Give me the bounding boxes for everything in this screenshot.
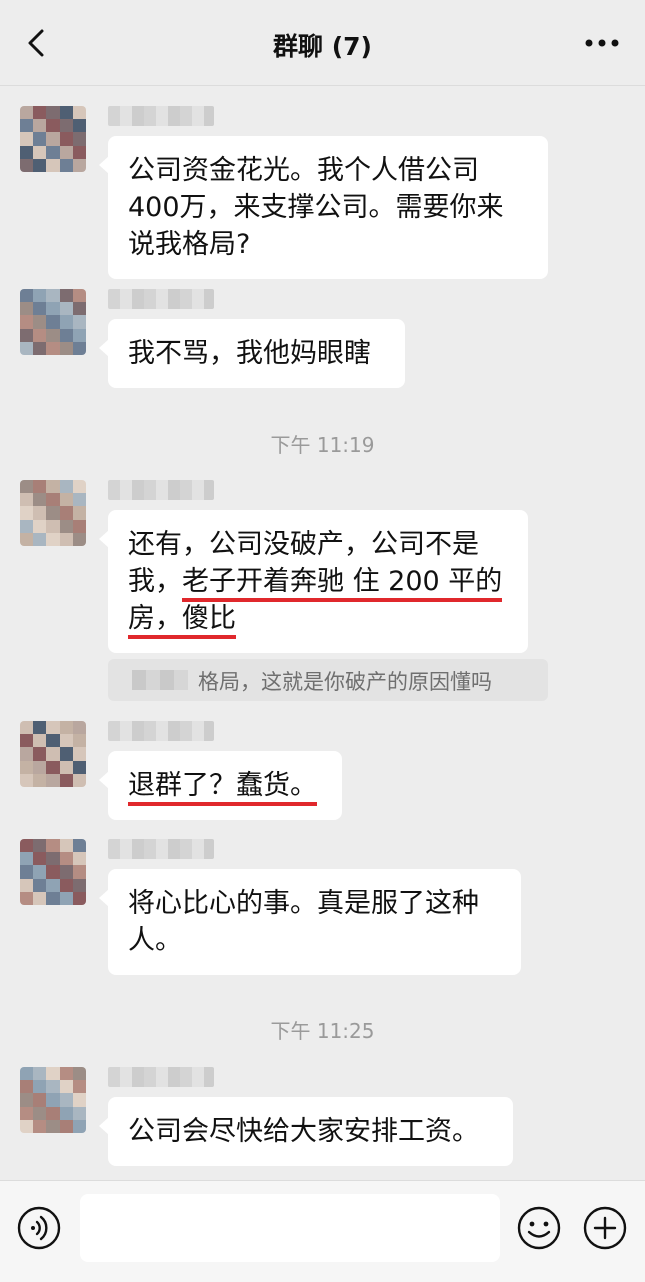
quote-text: 格局，这就是你破产的原因懂吗 bbox=[198, 670, 492, 694]
underlined-text: 退群了？蠢货。 bbox=[128, 770, 317, 806]
message-list[interactable]: 公司资金花光。我个人借公司 400万，来支撑公司。需要你来 说我格局? 我不骂，… bbox=[0, 86, 645, 1180]
sender-name-blurred bbox=[108, 106, 214, 126]
message-text: 我不骂，我他妈眼瞎 bbox=[128, 338, 371, 369]
avatar[interactable] bbox=[20, 721, 86, 787]
message-bubble[interactable]: 将心比心的事。真是服了这种 人。 bbox=[99, 869, 521, 975]
underlined-text: 房，傻比 bbox=[128, 603, 236, 639]
emoji-icon[interactable] bbox=[516, 1205, 562, 1251]
message-bubble[interactable]: 退群了？蠢货。 bbox=[99, 751, 342, 820]
message-text: 公司资金花光。我个人借公司 bbox=[128, 155, 479, 186]
message-text: 还有，公司没破产，公司不是 bbox=[128, 529, 479, 560]
sender-name-blurred bbox=[108, 721, 214, 741]
message-bubble[interactable]: 公司资金花光。我个人借公司 400万，来支撑公司。需要你来 说我格局? bbox=[99, 136, 548, 279]
plus-icon[interactable] bbox=[582, 1205, 628, 1251]
more-dots-icon[interactable] bbox=[585, 36, 619, 50]
voice-icon[interactable] bbox=[16, 1205, 62, 1251]
message-text: 我， bbox=[128, 566, 182, 597]
sender-name-blurred bbox=[108, 1067, 214, 1087]
avatar[interactable] bbox=[20, 839, 86, 905]
avatar[interactable] bbox=[20, 106, 86, 172]
message-text: 公司会尽快给大家安排工资。 bbox=[128, 1116, 479, 1147]
message-text: 人。 bbox=[128, 925, 182, 956]
input-bar bbox=[0, 1180, 645, 1282]
underlined-text: 老子开着奔驰 住 200 平的 bbox=[182, 566, 503, 602]
sender-name-blurred bbox=[108, 839, 214, 859]
avatar[interactable] bbox=[20, 289, 86, 355]
timestamp: 下午 11:19 bbox=[270, 433, 375, 457]
quote-sender-blurred bbox=[132, 670, 188, 690]
sender-name-blurred bbox=[108, 480, 214, 500]
message-text: 说我格局? bbox=[128, 229, 251, 260]
timestamp: 下午 11:25 bbox=[270, 1019, 375, 1043]
message-text: 400万，来支撑公司。需要你来 bbox=[128, 192, 504, 223]
avatar[interactable] bbox=[20, 1067, 86, 1133]
quoted-reply[interactable]: 格局，这就是你破产的原因懂吗 bbox=[108, 659, 548, 701]
message-bubble[interactable]: 我不骂，我他妈眼瞎 bbox=[99, 319, 405, 388]
sender-name-blurred bbox=[108, 289, 214, 309]
message-text: 将心比心的事。真是服了这种 bbox=[128, 888, 479, 919]
message-bubble[interactable]: 公司会尽快给大家安排工资。 bbox=[99, 1097, 513, 1166]
message-bubble[interactable]: 还有，公司没破产，公司不是 我，老子开着奔驰 住 200 平的 房，傻比 bbox=[99, 510, 528, 653]
chat-header: 群聊 (7) bbox=[0, 0, 645, 86]
message-input[interactable] bbox=[80, 1194, 500, 1262]
avatar[interactable] bbox=[20, 480, 86, 546]
chat-title: 群聊 (7) bbox=[273, 32, 372, 61]
